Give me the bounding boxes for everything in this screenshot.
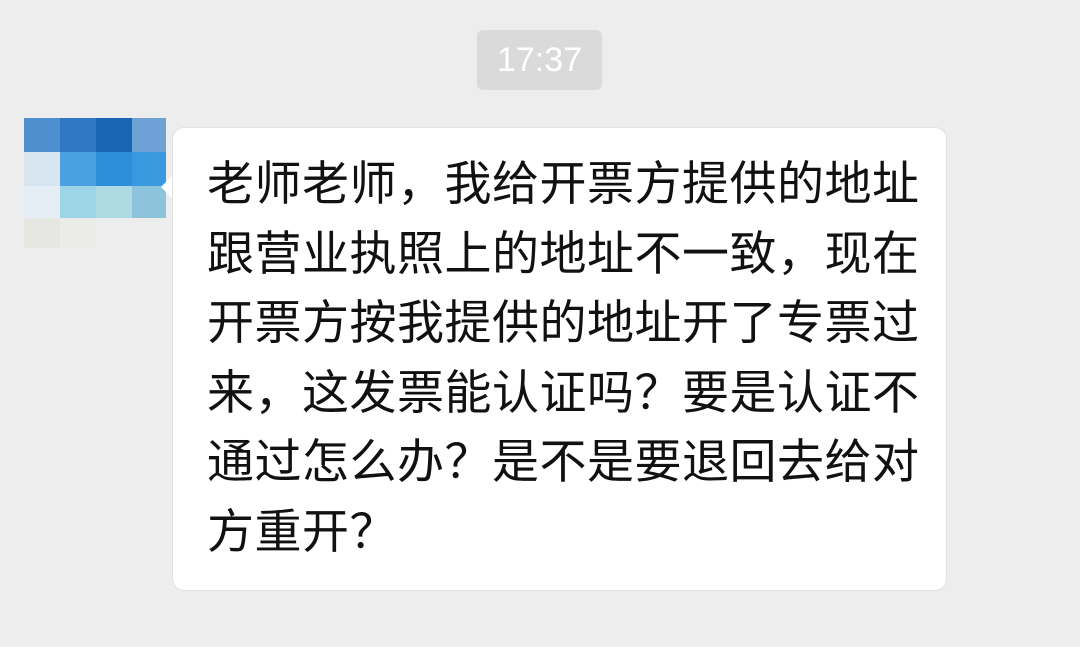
message-timestamp: 17:37 xyxy=(477,30,602,90)
sender-avatar[interactable] xyxy=(24,118,166,248)
message-line: 来，这发票能认证吗？要是认证不 xyxy=(207,365,920,421)
message-line: 通过怎么办？是不是要退回去给对 xyxy=(207,435,920,490)
message-text: 老师老师，我给开票方提供的地址 跟营业执照上的地址不一致，现在 开票方按我提供的… xyxy=(207,150,927,567)
message-line: 方重开？ xyxy=(207,504,397,560)
message-line: 开票方按我提供的地址开了专票过 xyxy=(207,296,920,351)
message-line: 老师老师，我给开票方提供的地址 xyxy=(207,157,920,212)
message-line: 跟营业执照上的地址不一致，现在 xyxy=(207,226,920,282)
chat-area: 17:37 老师老师，我给开票方提供的地址 跟营业执照上的地址不一致，现在 开票… xyxy=(0,0,1080,647)
